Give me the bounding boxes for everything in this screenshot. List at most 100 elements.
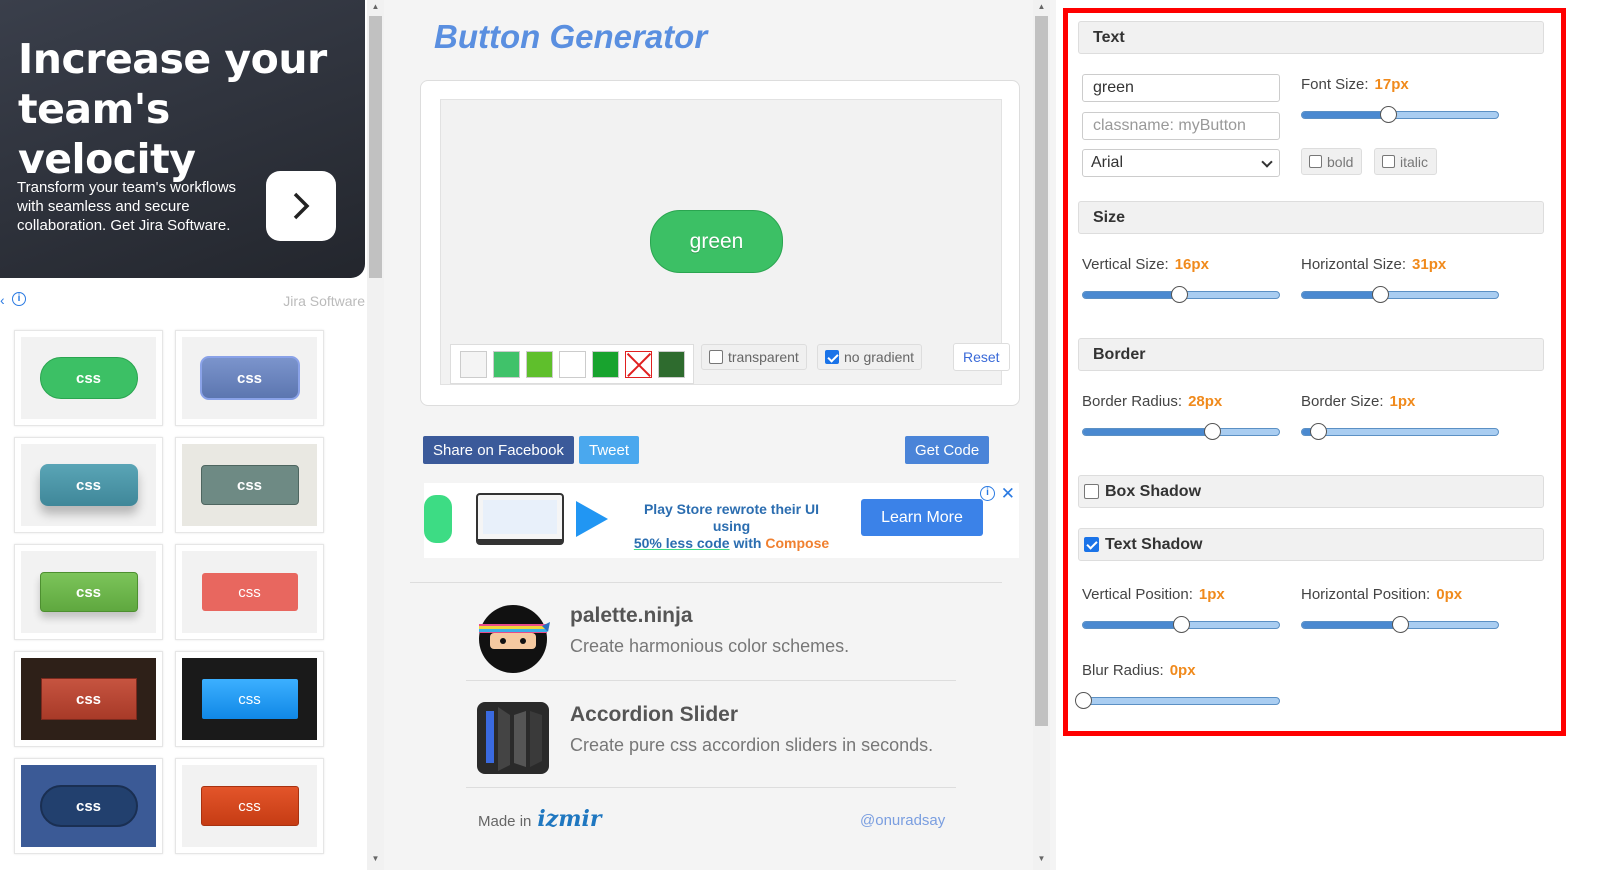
preset-card[interactable]: css (14, 651, 163, 747)
box-shadow-section-header[interactable]: Box Shadow (1078, 475, 1544, 508)
font-size-slider[interactable] (1301, 106, 1499, 123)
border-size-label: Border Size: 1px (1301, 393, 1415, 410)
tweet-button[interactable]: Tweet (579, 436, 640, 464)
preset-button: css (201, 573, 298, 611)
border-size-value: 1px (1389, 393, 1416, 410)
slider-handle[interactable] (1173, 616, 1190, 633)
ad-info-icon[interactable]: i (980, 486, 995, 501)
slider-handle[interactable] (1204, 423, 1222, 440)
share-facebook-button[interactable]: Share on Facebook (423, 436, 574, 464)
preset-card[interactable]: css (14, 437, 163, 533)
vertical-position-slider[interactable] (1082, 616, 1280, 633)
divider (410, 582, 1002, 583)
preset-card[interactable]: css (175, 544, 324, 640)
promo-accordion-slider[interactable]: Accordion Slider Create pure css accordi… (476, 697, 976, 777)
scroll-down-icon[interactable]: ▼ (367, 852, 384, 866)
scroll-down-icon[interactable]: ▼ (1033, 852, 1050, 866)
scroll-up-icon[interactable]: ▲ (1033, 0, 1050, 14)
slider-handle[interactable] (1171, 286, 1189, 303)
border-radius-label-text: Border Radius: (1082, 393, 1183, 410)
scroll-up-icon[interactable]: ▲ (367, 0, 384, 14)
horizontal-position-slider[interactable] (1301, 616, 1499, 633)
swatch-green[interactable] (493, 350, 520, 378)
section-title: Box Shadow (1105, 482, 1202, 500)
transparent-checkbox[interactable] (709, 350, 723, 364)
vertical-size-label-text: Vertical Size: (1082, 256, 1169, 273)
ad-info-icon[interactable]: i (12, 292, 26, 306)
banner-compose: Compose (765, 535, 830, 551)
bold-checkbox[interactable] (1309, 155, 1322, 168)
swatch-forest[interactable] (658, 350, 685, 378)
italic-checkbox[interactable] (1382, 155, 1395, 168)
ad-brand: Jira Software (283, 293, 365, 309)
border-radius-value: 28px (1188, 393, 1223, 410)
ninja-icon (479, 605, 550, 673)
promo-palette-ninja[interactable]: palette.ninja Create harmonious color sc… (476, 598, 976, 678)
preview-button[interactable]: green (650, 210, 783, 273)
italic-toggle[interactable]: italic (1374, 148, 1438, 175)
font-select[interactable]: Arial (1082, 149, 1280, 177)
section-title: Border (1093, 345, 1146, 363)
blur-radius-slider[interactable] (1075, 692, 1280, 709)
no-gradient-checkbox[interactable] (825, 350, 839, 364)
author-link[interactable]: @onuradsay (860, 812, 945, 829)
text-shadow-checkbox[interactable] (1084, 537, 1099, 552)
slider-handle[interactable] (1392, 616, 1409, 633)
transparent-label: transparent (728, 349, 799, 365)
preset-card[interactable]: css (14, 758, 163, 854)
banner-highlight: 50% less code (633, 535, 730, 551)
blur-radius-value: 0px (1169, 662, 1196, 679)
bold-toggle[interactable]: bold (1301, 148, 1363, 175)
preset-button: css (201, 679, 298, 719)
horizontal-position-value: 0px (1436, 586, 1463, 603)
preset-card[interactable]: css (175, 330, 324, 426)
border-radius-slider[interactable] (1082, 423, 1280, 440)
box-shadow-checkbox[interactable] (1084, 484, 1099, 499)
button-text-input[interactable]: green (1082, 74, 1280, 102)
preset-card[interactable]: css (175, 758, 324, 854)
preset-card[interactable]: css (14, 544, 163, 640)
preset-card[interactable]: css (175, 651, 324, 747)
text-shadow-section-header[interactable]: Text Shadow (1078, 528, 1544, 561)
slider-handle[interactable] (1372, 286, 1390, 303)
slider-handle[interactable] (1380, 106, 1398, 123)
chevron-down-icon (1261, 156, 1273, 168)
vertical-position-value: 1px (1198, 586, 1225, 603)
preset-card[interactable]: css (14, 330, 163, 426)
transparent-toggle[interactable]: transparent (701, 344, 807, 370)
section-title: Text (1093, 28, 1125, 46)
preset-card[interactable]: css (175, 437, 324, 533)
chevron-left-icon[interactable]: ‹ (0, 292, 5, 308)
jira-ad-card[interactable]: Increase your team's velocity Transform … (0, 0, 365, 278)
slider-handle[interactable] (1075, 692, 1092, 709)
android-ad-banner[interactable]: Play Store rewrote their UI using 50% le… (424, 483, 1019, 558)
ad-arrow-button[interactable] (266, 171, 336, 241)
horizontal-size-label-text: Horizontal Size: (1301, 256, 1407, 273)
learn-more-button[interactable]: Learn More (861, 499, 983, 536)
horizontal-size-slider[interactable] (1301, 286, 1499, 303)
slider-handle[interactable] (1309, 423, 1327, 440)
chevron-right-icon (293, 192, 310, 220)
swatch-lime[interactable] (526, 350, 553, 378)
center-scrollbar[interactable]: ▲ ▼ (1033, 0, 1050, 870)
vertical-size-slider[interactable] (1082, 286, 1280, 303)
border-size-slider[interactable] (1301, 423, 1499, 440)
left-scrollbar[interactable]: ▲ ▼ (367, 0, 384, 870)
swatch-white[interactable] (559, 350, 586, 378)
swatch-none-icon[interactable] (625, 350, 652, 378)
scrollbar-thumb[interactable] (1035, 16, 1048, 726)
preset-button: css (39, 572, 138, 612)
scrollbar-thumb[interactable] (369, 16, 382, 278)
close-icon[interactable]: ✕ (1001, 484, 1015, 504)
swatch-light-gray[interactable] (460, 350, 487, 378)
swatch-dark-green[interactable] (592, 350, 619, 378)
vertical-position-label: Vertical Position: 1px (1082, 586, 1225, 603)
border-section-header: Border (1078, 338, 1544, 371)
reset-button[interactable]: Reset (953, 343, 1010, 371)
classname-input[interactable]: classname: myButton (1082, 112, 1280, 140)
font-size-label: Font Size: 17px (1301, 76, 1409, 93)
blur-radius-label-text: Blur Radius: (1082, 662, 1164, 679)
promo-desc: Create pure css accordion sliders in sec… (570, 735, 934, 755)
get-code-button[interactable]: Get Code (905, 436, 990, 464)
no-gradient-toggle[interactable]: no gradient (817, 344, 923, 370)
